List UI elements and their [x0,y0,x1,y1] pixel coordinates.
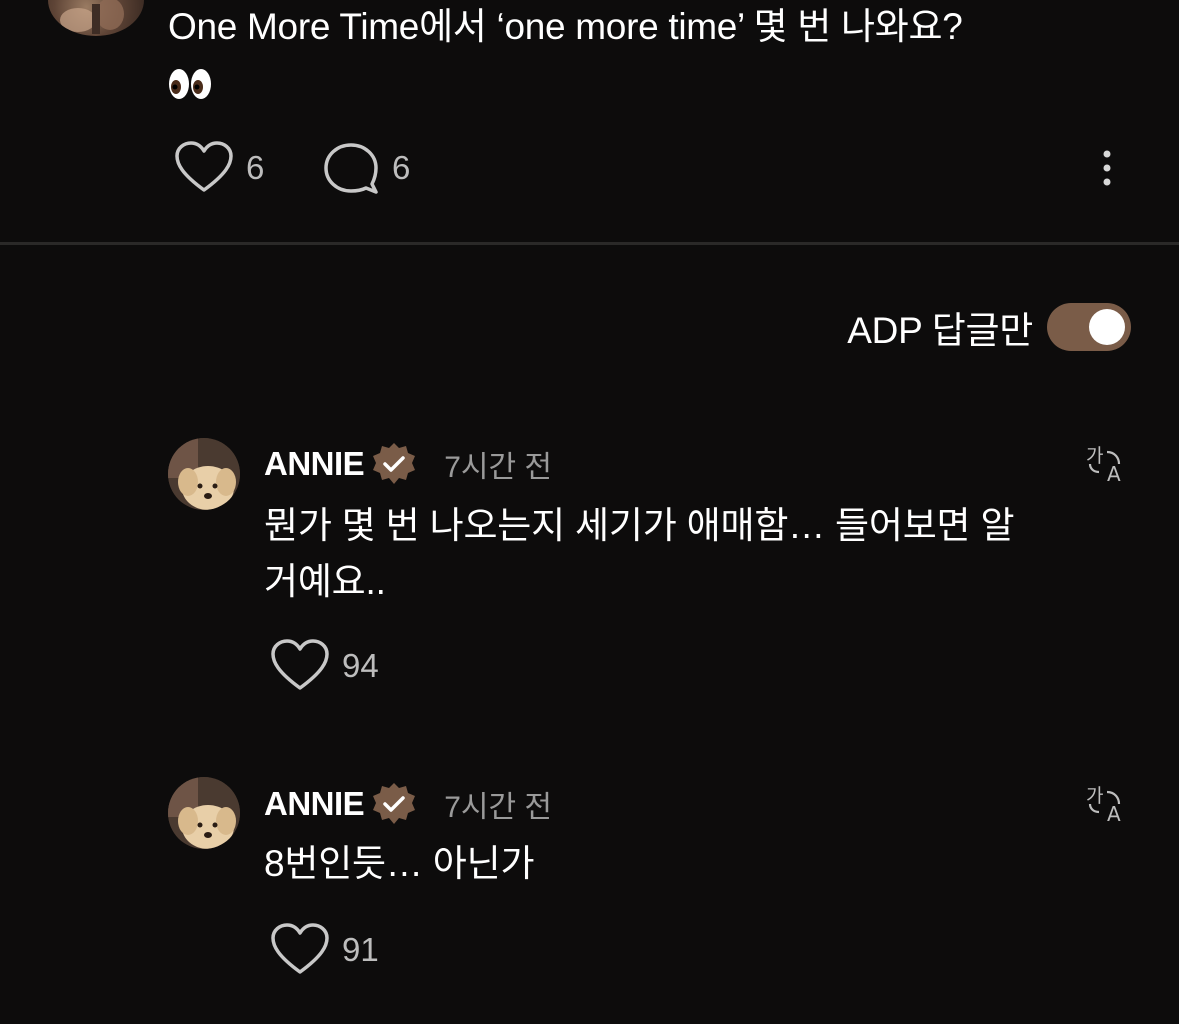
eyes-emoji [168,66,212,102]
reply-like-count: 91 [342,931,379,968]
reply-like-count: 94 [342,647,379,684]
svg-text:가: 가 [1086,445,1103,467]
svg-text:A: A [1107,802,1121,826]
filter-toggle[interactable] [1047,303,1131,351]
verified-badge-icon [373,443,416,484]
reply-author-name[interactable]: ANNIE [264,445,365,483]
reply-text: 8번인듯… 아닌가 [264,843,535,884]
post-reply-count: 6 [392,149,411,186]
filter-label: ADP 답글만 [847,310,1033,351]
translate-button[interactable]: 가 A [1085,442,1129,486]
post-like-count: 6 [246,149,265,186]
post-text: One More Time에서 ‘one more time’ 몇 번 나와요? [168,6,963,47]
post-like-button[interactable]: 6 [174,140,264,196]
verified-badge-icon [373,783,416,824]
more-vertical-icon [1103,150,1111,186]
reply-timestamp: 7시간 전 [444,451,553,484]
reply-header: ANNIE 7시간 전 [264,780,552,828]
translate-icon: 가 A [1086,785,1121,826]
speech-bubble-icon [324,143,378,194]
translate-icon: 가 A [1086,445,1121,486]
heart-icon [175,141,233,192]
reply-text: 뭔가 몇 번 나오는지 세기가 애매함… 들어보면 알 거예요.. [264,505,1015,602]
more-options-button[interactable] [1096,148,1118,188]
divider [0,242,1179,245]
reply-author-avatar[interactable] [168,777,240,849]
reply-author-name[interactable]: ANNIE [264,785,365,823]
reply-like-button[interactable]: 91 [270,922,379,978]
heart-icon [271,923,329,974]
svg-text:가: 가 [1086,785,1103,807]
reply-like-button[interactable]: 94 [270,638,379,694]
toggle-knob [1089,309,1125,345]
reply-header: ANNIE 7시간 전 [264,440,552,488]
translate-button[interactable]: 가 A [1085,782,1129,826]
svg-text:A: A [1107,462,1121,486]
reply-author-avatar[interactable] [168,438,240,510]
post-reply-button[interactable]: 6 [322,140,410,196]
post-author-avatar[interactable] [48,0,144,36]
heart-icon [271,639,329,690]
reply-timestamp: 7시간 전 [444,791,553,824]
artist-replies-filter: ADP 답글만 [847,300,1131,354]
